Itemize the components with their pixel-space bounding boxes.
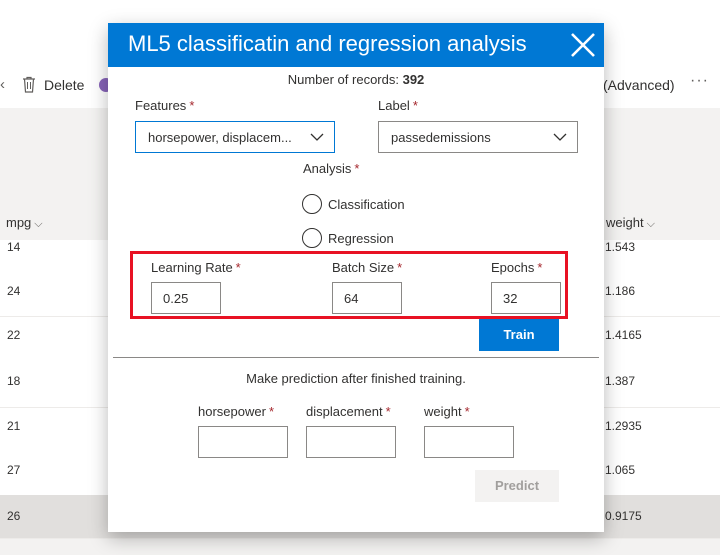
cell-mpg: 22 xyxy=(7,328,21,342)
cell-weight: 0.9175 xyxy=(605,509,642,523)
features-label: Features * xyxy=(135,98,194,113)
displacement-label: displacement * xyxy=(306,404,391,419)
analysis-label-text: Analysis xyxy=(303,161,352,176)
required-mark: * xyxy=(385,404,391,419)
records-count: Number of records: 392 xyxy=(108,72,604,87)
cell-mpg: 21 xyxy=(7,419,21,433)
train-button[interactable]: Train xyxy=(479,319,559,351)
more-icon[interactable]: ··· xyxy=(690,72,709,90)
learning-rate-label: Learning Rate * xyxy=(151,260,241,275)
chevron-down-icon xyxy=(553,133,567,141)
analysis-dialog: ML5 classificatin and regression analysi… xyxy=(108,23,604,532)
batch-size-label-text: Batch Size xyxy=(332,260,395,275)
label-value: passedemissions xyxy=(391,130,491,145)
radio-circle[interactable] xyxy=(302,194,322,214)
required-mark: * xyxy=(537,260,543,275)
batch-size-input[interactable] xyxy=(332,282,402,314)
cell-weight: 1.186 xyxy=(605,284,636,298)
cell-weight: 1.065 xyxy=(605,463,636,477)
predict-button[interactable]: Predict xyxy=(475,470,559,502)
dialog-header: ML5 classificatin and regression analysi… xyxy=(108,23,604,67)
cell-weight: 1.387 xyxy=(605,374,636,388)
required-mark: * xyxy=(268,404,274,419)
displacement-input[interactable] xyxy=(306,426,396,458)
horsepower-label-text: horsepower xyxy=(198,404,266,419)
cell-mpg: 27 xyxy=(7,463,21,477)
column-header-mpg[interactable]: mpg ⌵ xyxy=(6,215,43,239)
epochs-label: Epochs * xyxy=(491,260,542,275)
weight-input[interactable] xyxy=(424,426,514,458)
cell-mpg: 18 xyxy=(7,374,21,388)
back-chevron-icon[interactable]: ‹ xyxy=(0,76,5,93)
trash-icon[interactable] xyxy=(22,76,36,93)
chevron-down-icon xyxy=(310,133,324,141)
weight-label: weight * xyxy=(424,404,470,419)
radio-circle[interactable] xyxy=(302,228,322,248)
learning-rate-label-text: Learning Rate xyxy=(151,260,233,275)
required-mark: * xyxy=(354,161,360,176)
batch-size-label: Batch Size * xyxy=(332,260,402,275)
required-mark: * xyxy=(412,98,418,113)
analysis-label: Analysis * xyxy=(303,161,359,176)
records-value: 392 xyxy=(402,72,425,87)
dialog-title: ML5 classificatin and regression analysi… xyxy=(128,31,527,56)
delete-button[interactable]: Delete xyxy=(44,77,84,93)
label-dropdown[interactable]: passedemissions xyxy=(378,121,578,153)
horsepower-input[interactable] xyxy=(198,426,288,458)
label-field-label-text: Label xyxy=(378,98,410,113)
cell-weight: 1.543 xyxy=(605,240,636,254)
features-dropdown[interactable]: horsepower, displacem... xyxy=(135,121,335,153)
column-header-label: weight xyxy=(606,215,644,230)
records-label: Number of records: xyxy=(287,72,399,87)
radio-label: Regression xyxy=(328,231,394,246)
epochs-label-text: Epochs xyxy=(491,260,535,275)
features-label-text: Features xyxy=(135,98,187,113)
cell-mpg: 24 xyxy=(7,284,21,298)
column-header-label: mpg xyxy=(6,215,32,230)
advanced-button[interactable]: (Advanced) xyxy=(603,77,675,93)
prediction-note: Make prediction after finished training. xyxy=(246,371,466,386)
chevron-down-icon: ⌵ xyxy=(34,218,43,230)
features-value: horsepower, displacem... xyxy=(148,130,292,145)
radio-label: Classification xyxy=(328,197,405,212)
learning-rate-input[interactable] xyxy=(151,282,221,314)
epochs-input[interactable] xyxy=(491,282,561,314)
label-field-label: Label * xyxy=(378,98,418,113)
required-mark: * xyxy=(189,98,195,113)
required-mark: * xyxy=(235,260,241,275)
chevron-down-icon: ⌵ xyxy=(646,218,655,230)
weight-label-text: weight xyxy=(424,404,462,419)
required-mark: * xyxy=(397,260,403,275)
horsepower-label: horsepower * xyxy=(198,404,274,419)
cell-mpg: 14 xyxy=(7,240,21,254)
cell-mpg: 26 xyxy=(7,509,21,523)
divider xyxy=(113,357,599,358)
close-icon[interactable] xyxy=(570,32,596,58)
required-mark: * xyxy=(464,404,470,419)
column-header-weight[interactable]: weight ⌵ xyxy=(606,215,655,239)
cell-weight: 1.4165 xyxy=(605,328,642,342)
displacement-label-text: displacement xyxy=(306,404,383,419)
cell-weight: 1.2935 xyxy=(605,419,642,433)
